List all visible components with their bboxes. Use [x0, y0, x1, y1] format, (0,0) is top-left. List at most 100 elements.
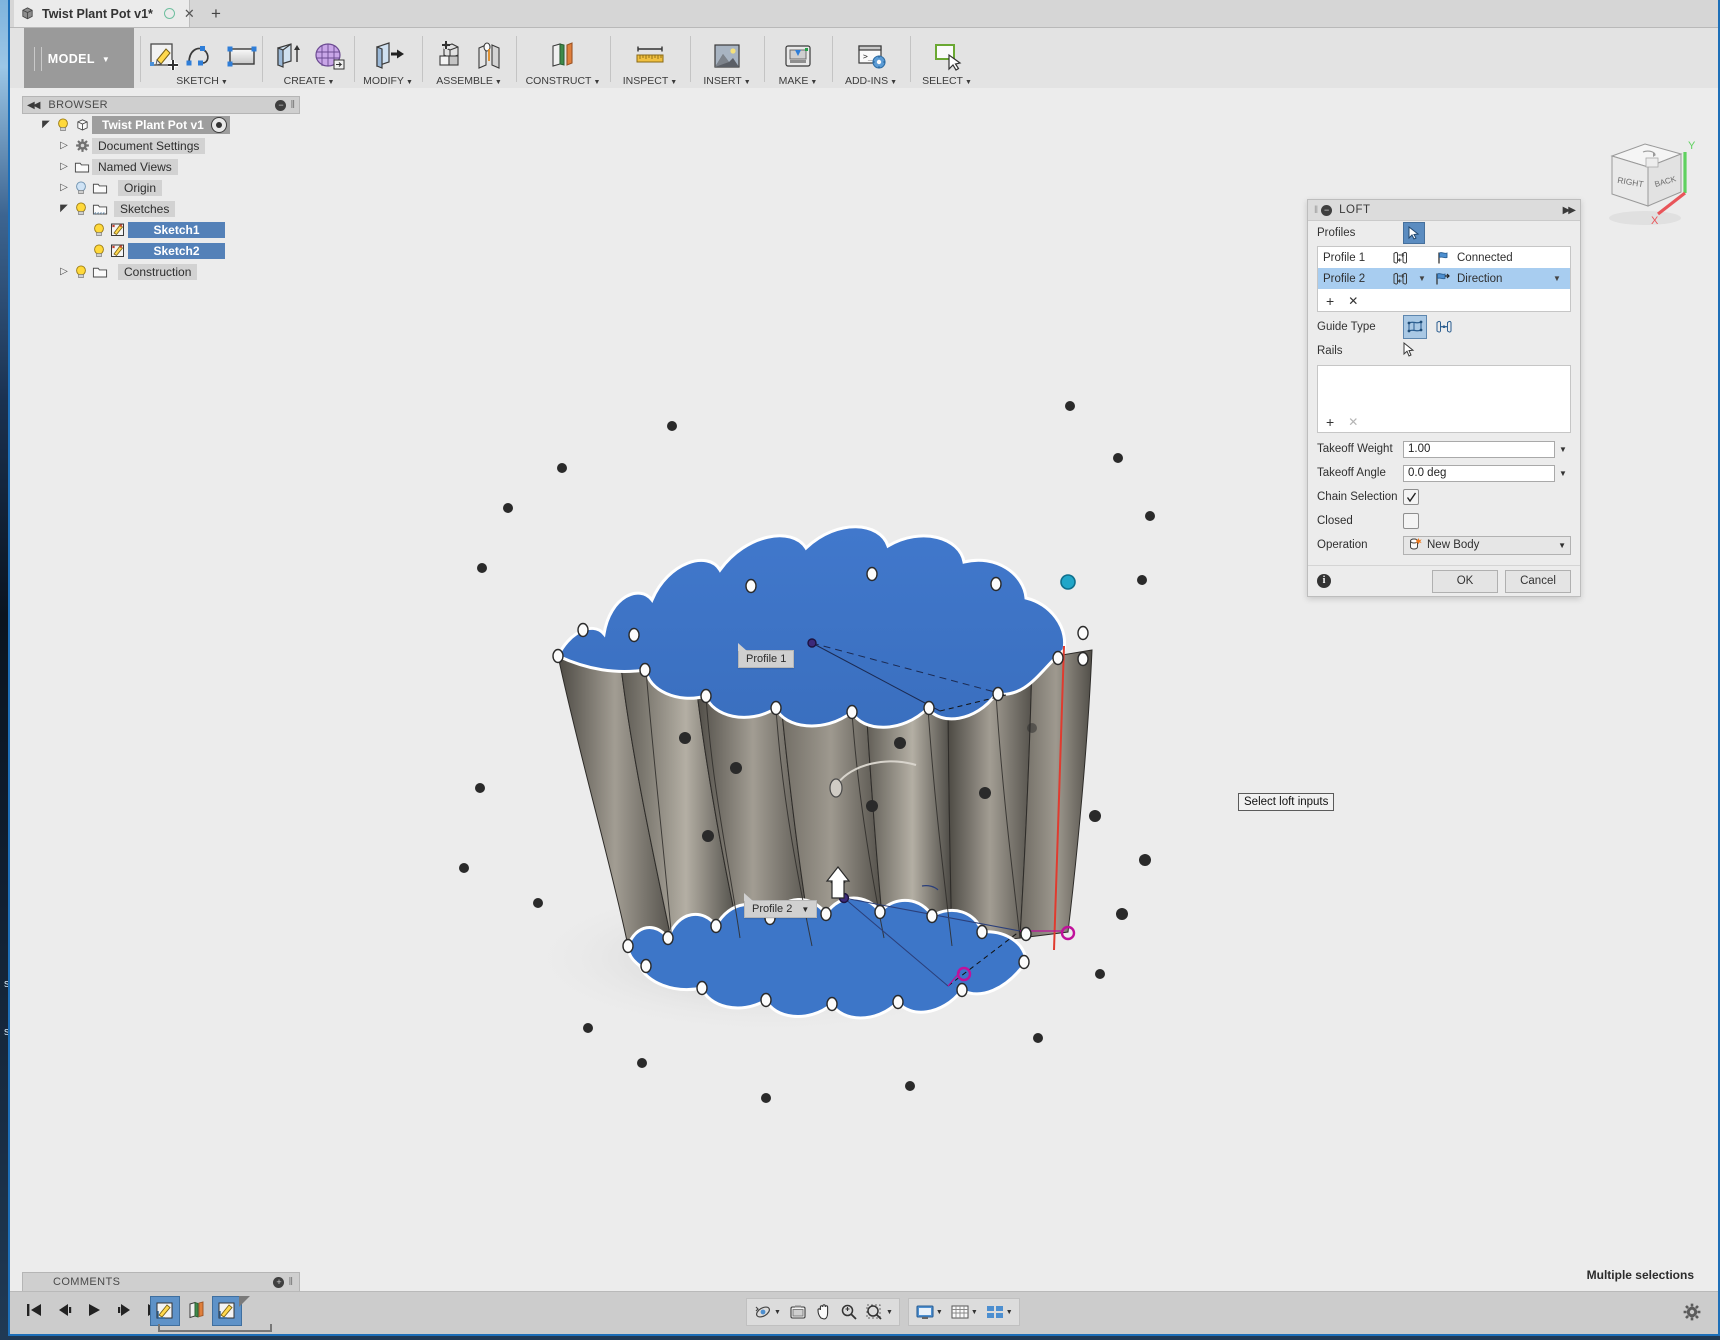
profile1-callout[interactable]: Profile 1 — [738, 643, 795, 668]
chevron-down-icon[interactable]: ▼ — [801, 905, 809, 914]
centerline-icon[interactable] — [1433, 316, 1455, 338]
rotation-handle[interactable] — [829, 778, 843, 798]
spline-icon[interactable] — [184, 38, 220, 74]
rails-icon[interactable] — [1403, 315, 1427, 339]
step-forward-icon[interactable] — [114, 1298, 134, 1322]
play-icon[interactable] — [84, 1298, 104, 1322]
loft-dialog-header[interactable]: ‖ − LOFT ▶▶ — [1308, 200, 1580, 221]
visibility-bulb-icon[interactable] — [72, 201, 90, 216]
expand-arrow-icon[interactable]: ▷ — [56, 140, 72, 151]
expand-arrow-icon[interactable]: ▷ — [56, 161, 72, 172]
profile-row-2[interactable]: Profile 2 ▼ Direction ▼ — [1318, 268, 1570, 289]
press-pull-icon[interactable] — [370, 38, 406, 74]
browser-item-sketch2[interactable]: Sketch2 — [22, 240, 300, 261]
takeoff-weight-input[interactable]: 1.00 — [1403, 440, 1555, 458]
browser-item-sketches[interactable]: ◤ Sketches — [22, 198, 300, 219]
plane-feature-icon[interactable] — [182, 1296, 210, 1324]
scripts-addins-icon[interactable]: >_ — [853, 38, 889, 74]
chevron-down-icon[interactable]: ▼ — [886, 1309, 893, 1316]
offset-plane-icon[interactable] — [545, 38, 581, 74]
browser-item-construction[interactable]: ▷ Construction — [22, 261, 300, 282]
viewports-icon[interactable]: ▼ — [983, 1301, 1015, 1323]
orbit-icon[interactable]: ▼ — [751, 1301, 783, 1323]
cancel-button[interactable]: Cancel — [1505, 569, 1571, 593]
pan-icon[interactable] — [813, 1301, 835, 1323]
navigation-bar: ▼ ▼ ▼ ▼ ▼ — [746, 1298, 1020, 1326]
chevron-down-icon[interactable]: ▼ — [1558, 541, 1566, 550]
browser-item-sketch1[interactable]: Sketch1 — [22, 219, 300, 240]
create-form-icon[interactable] — [311, 38, 347, 74]
profile1-center-point[interactable] — [807, 638, 817, 648]
profile2-callout[interactable]: Profile 2 ▼ — [744, 893, 818, 918]
go-to-start-icon[interactable] — [24, 1298, 44, 1322]
chevron-down-icon[interactable]: ▼ — [936, 1309, 943, 1316]
rectangle-icon[interactable] — [224, 38, 260, 74]
new-component-icon[interactable] — [431, 38, 467, 74]
select-window-icon[interactable] — [929, 38, 965, 74]
visibility-bulb-icon[interactable] — [54, 117, 72, 132]
new-tab-button[interactable]: + — [206, 4, 226, 24]
visibility-bulb-icon[interactable] — [72, 264, 90, 279]
sketch2-feature-icon[interactable] — [212, 1296, 250, 1326]
browser-item-named-views[interactable]: ▷ Named Views — [22, 156, 300, 177]
comments-panel[interactable]: COMMENTS + ‖ — [22, 1272, 300, 1292]
add-profile-button[interactable]: + — [1326, 293, 1334, 309]
selected-point-cyan[interactable] — [1060, 574, 1076, 590]
profile-caret-icon[interactable]: ▼ — [1411, 274, 1433, 283]
joint-icon[interactable] — [471, 38, 507, 74]
collapse-browser-icon[interactable]: ◀◀ — [27, 100, 40, 111]
add-rail-button[interactable]: + — [1326, 414, 1334, 430]
visibility-bulb-icon[interactable] — [72, 180, 90, 195]
chevron-down-icon[interactable]: ▼ — [774, 1309, 781, 1316]
chevron-down-icon[interactable]: ▼ — [1006, 1309, 1013, 1316]
browser-root-row[interactable]: ◤ Twist Plant Pot v1 — [22, 114, 300, 135]
extrude-icon[interactable] — [271, 38, 307, 74]
create-sketch-icon[interactable] — [144, 38, 180, 74]
expand-arrow-icon[interactable]: ◤ — [38, 119, 54, 130]
ok-button[interactable]: OK — [1432, 569, 1498, 593]
measure-icon[interactable] — [632, 38, 668, 74]
profile-row-1[interactable]: Profile 1 Connected — [1318, 247, 1570, 268]
add-comment-button[interactable]: + — [273, 1276, 285, 1288]
expand-arrow-icon[interactable]: ◤ — [56, 203, 72, 214]
document-tab[interactable]: Twist Plant Pot v1* ✕ — [14, 0, 195, 27]
chevron-down-icon[interactable]: ▼ — [1555, 469, 1571, 478]
insert-image-icon[interactable] — [709, 38, 745, 74]
browser-item-document-settings[interactable]: ▷ Document Settings — [22, 135, 300, 156]
loft-dialog[interactable]: ‖ − LOFT ▶▶ Profiles Profile 1 Connected — [1307, 199, 1581, 597]
gear-icon[interactable] — [1682, 1302, 1702, 1325]
visibility-bulb-icon[interactable] — [90, 243, 108, 258]
grid-snap-icon[interactable]: ▼ — [948, 1301, 980, 1323]
workspace-switcher-model[interactable]: MODEL ▼ — [24, 28, 134, 90]
timeline-marker-icon[interactable] — [239, 1296, 250, 1307]
fit-icon[interactable]: ▼ — [863, 1301, 895, 1323]
activate-component-radio[interactable] — [211, 117, 227, 133]
chevron-down-icon[interactable]: ▼ — [1555, 445, 1571, 454]
expand-arrow-icon[interactable]: ▷ — [56, 182, 72, 193]
pin-dialog-icon[interactable]: ▶▶ — [1563, 205, 1576, 216]
zoom-icon[interactable] — [838, 1301, 860, 1323]
chain-selection-checkbox[interactable] — [1403, 489, 1419, 505]
chevron-down-icon[interactable]: ▼ — [971, 1309, 978, 1316]
look-at-icon[interactable] — [786, 1301, 810, 1323]
sketch1-feature-icon[interactable] — [150, 1296, 180, 1326]
view-cube[interactable]: RIGHT BACK Y X — [1588, 114, 1708, 244]
profile-condition-caret-icon[interactable]: ▼ — [1549, 274, 1565, 283]
expand-arrow-icon[interactable]: ▷ — [56, 266, 72, 277]
close-tab-icon[interactable]: ✕ — [184, 7, 195, 20]
takeoff-angle-input[interactable]: 0.0 deg — [1403, 464, 1555, 482]
operation-select[interactable]: New Body ▼ — [1403, 535, 1571, 555]
closed-checkbox[interactable] — [1403, 513, 1419, 529]
3d-print-icon[interactable] — [780, 38, 816, 74]
minimize-browser-icon[interactable]: − — [275, 99, 287, 111]
browser-item-origin[interactable]: ▷ Origin — [22, 177, 300, 198]
step-back-icon[interactable] — [54, 1298, 74, 1322]
select-profiles-button[interactable] — [1403, 222, 1425, 244]
collapse-dialog-icon[interactable]: − — [1321, 204, 1333, 216]
info-icon[interactable]: i — [1317, 574, 1331, 588]
rails-label: Rails — [1317, 345, 1343, 357]
display-settings-icon[interactable]: ▼ — [913, 1301, 945, 1323]
remove-profile-button[interactable]: ✕ — [1348, 294, 1358, 308]
rails-list[interactable]: + ✕ — [1317, 365, 1571, 433]
visibility-bulb-icon[interactable] — [90, 222, 108, 237]
